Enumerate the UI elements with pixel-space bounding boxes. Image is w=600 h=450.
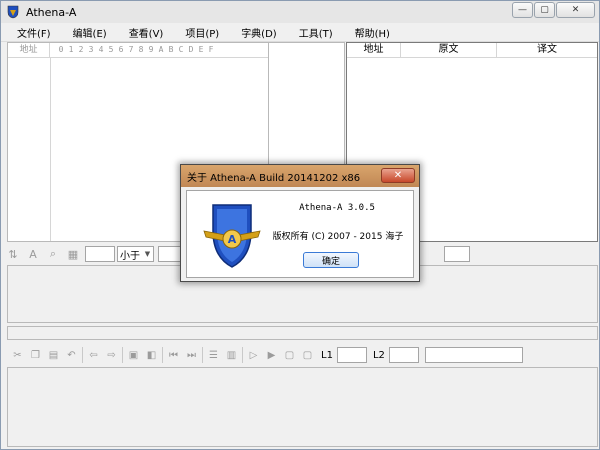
hex-address-header: 地址 (8, 43, 50, 57)
dialog-close-button[interactable]: ✕ (381, 168, 415, 183)
separator (122, 347, 123, 363)
separator (82, 347, 83, 363)
hex-digit: 9 (148, 45, 154, 54)
hex-digit: B (168, 45, 174, 54)
zoom-fit-icon[interactable]: ▢ (300, 348, 315, 363)
l2-input[interactable] (388, 347, 419, 363)
hex-digit: E (198, 45, 204, 54)
maximize-button[interactable]: ▢ (534, 2, 555, 18)
l1-label: L1 (321, 349, 333, 361)
hex-digit: 8 (138, 45, 144, 54)
hex-digit: 4 (98, 45, 104, 54)
copyright-text: 版权所有 (C) 2007 - 2015 海子 (272, 232, 404, 242)
column-header-translation[interactable]: 译文 (497, 43, 597, 57)
grid-icon[interactable]: ▦ (65, 246, 81, 262)
back-arrow-icon[interactable]: ⇦ (86, 348, 101, 363)
copy-icon[interactable]: ❐ (28, 348, 43, 363)
column-header-address[interactable]: 地址 (347, 43, 401, 57)
close-button[interactable]: ✕ (556, 2, 595, 18)
hex-column-divider (50, 58, 51, 241)
refresh-icon[interactable]: ⇅ (5, 246, 21, 262)
first-icon[interactable]: ⏮ (166, 348, 181, 363)
play-icon[interactable]: ▷ (246, 348, 261, 363)
l2-label: L2 (372, 349, 385, 361)
hex-digit: 3 (88, 45, 94, 54)
menu-dictionary[interactable]: 字典(D) (225, 25, 283, 40)
font-icon[interactable]: A (25, 246, 41, 262)
dialog-body: A Athena-A 3.0.5 版权所有 (C) 2007 - 2015 海子… (186, 190, 414, 278)
hex-digit: 5 (108, 45, 114, 54)
zoom-20-icon[interactable]: ▢ (282, 348, 297, 363)
edit-toolbar: ✂ ❐ ▤ ↶ ⇦ ⇨ ▣ ◧ ⏮ ⏭ ☰ ▥ ▷ ▶ ▢ ▢ L1 L2 (1, 345, 599, 365)
l1-input[interactable] (336, 347, 367, 363)
hex-digit: 2 (78, 45, 84, 54)
menu-help[interactable]: 帮助(H) (339, 25, 396, 40)
column-header-original[interactable]: 原文 (401, 43, 497, 57)
svg-text:A: A (228, 233, 237, 246)
hex-digit: D (188, 45, 194, 54)
app-icon (6, 5, 20, 19)
hex-digit: 7 (128, 45, 134, 54)
save-all-icon[interactable]: ◧ (144, 348, 159, 363)
menu-edit[interactable]: 编辑(E) (57, 25, 113, 40)
minimize-button[interactable]: — (512, 2, 533, 18)
hex-digit: 1 (68, 45, 74, 54)
save-icon[interactable]: ▣ (126, 348, 141, 363)
menu-view[interactable]: 查看(V) (113, 25, 170, 40)
last-icon[interactable]: ⏭ (184, 348, 199, 363)
bottom-panel[interactable] (7, 367, 598, 447)
dialog-title: 关于 Athena-A Build 20141202 x86 (187, 172, 361, 184)
title-bar: Athena-A — ▢ ✕ (1, 1, 599, 23)
athena-logo-icon: A (203, 201, 261, 269)
table-header: 地址 原文 译文 (347, 43, 597, 58)
menu-bar: 文件(F) 编辑(E) 查看(V) 项目(P) 字典(D) 工具(T) 帮助(H… (1, 23, 599, 42)
find-icon[interactable]: ⌕ (45, 246, 61, 262)
menu-file[interactable]: 文件(F) (1, 25, 57, 40)
version-text: Athena-A 3.0.5 (299, 203, 375, 213)
cut-icon[interactable]: ✂ (10, 348, 25, 363)
info-field (424, 347, 523, 363)
filter-input[interactable] (444, 246, 470, 262)
separator (202, 347, 203, 363)
chevron-down-icon: ▼ (144, 250, 151, 258)
compare-select-value: 小于 (120, 250, 140, 262)
value-input[interactable] (85, 246, 115, 262)
hex-digit: C (178, 45, 184, 54)
list-icon[interactable]: ☰ (206, 348, 221, 363)
paste-icon[interactable]: ▤ (46, 348, 61, 363)
separator (242, 347, 243, 363)
hex-digit: F (208, 45, 214, 54)
separator (162, 347, 163, 363)
window-title: Athena-A (26, 5, 77, 19)
forward-arrow-icon[interactable]: ⇨ (104, 348, 119, 363)
hex-digit: 6 (118, 45, 124, 54)
ok-button[interactable]: 确定 (303, 252, 359, 268)
hex-digit-header: 0 1 2 3 4 5 6 7 8 9 A B C D E F (50, 43, 216, 57)
undo-icon[interactable]: ↶ (64, 348, 79, 363)
window-controls: — ▢ ✕ (512, 2, 595, 18)
columns-icon[interactable]: ▥ (224, 348, 239, 363)
menu-tools[interactable]: 工具(T) (283, 25, 339, 40)
hex-digit: 0 (58, 45, 64, 54)
status-line (7, 326, 598, 340)
menu-project[interactable]: 项目(P) (169, 25, 225, 40)
hex-header: 地址 0 1 2 3 4 5 6 7 8 9 A B C D E F (8, 43, 268, 58)
hex-digit: A (158, 45, 164, 54)
about-dialog: 关于 Athena-A Build 20141202 x86 ✕ A Athen… (180, 164, 420, 282)
compare-select[interactable]: 小于 ▼ (117, 246, 154, 262)
next-icon[interactable]: ▶ (264, 348, 279, 363)
